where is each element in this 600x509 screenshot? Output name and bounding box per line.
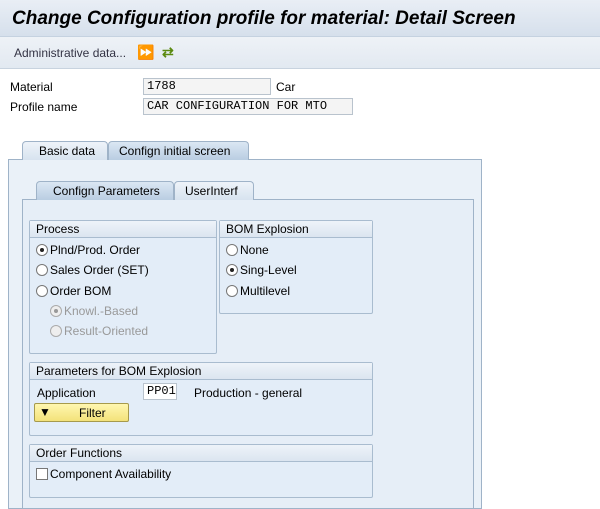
filter-icon: ▼ (39, 405, 51, 419)
option-label: Sales Order (SET) (50, 263, 149, 277)
radio-icon[interactable] (226, 244, 238, 256)
material-field[interactable]: 1788 (143, 78, 271, 95)
tab-confign-parameters[interactable]: Confign Parameters (36, 181, 174, 200)
tab-userinterf[interactable]: UserInterf (174, 181, 254, 200)
process-title: Process (30, 221, 216, 238)
radio-icon (50, 305, 62, 317)
title-bar: Change Configuration profile for materia… (0, 0, 600, 37)
order-functions-title: Order Functions (30, 445, 372, 462)
option-label: Multilevel (240, 284, 291, 298)
option-label: None (240, 243, 269, 257)
profile-name-label: Profile name (10, 100, 78, 114)
radio-icon[interactable] (36, 285, 48, 297)
component-availability-checkbox[interactable]: Component Availability (36, 467, 171, 481)
radio-sing-level[interactable]: Sing-Level (226, 263, 297, 277)
radio-icon[interactable] (36, 244, 48, 256)
radio-knowl-based: Knowl.-Based (50, 304, 138, 318)
checkbox-label: Component Availability (50, 467, 172, 481)
tab-basic-data[interactable]: Basic data (22, 141, 108, 160)
bom-explosion-title: BOM Explosion (220, 221, 372, 238)
option-label: Plnd/Prod. Order (50, 243, 141, 257)
profile-name-field[interactable]: CAR CONFIGURATION FOR MTO (143, 98, 353, 115)
checkbox-icon[interactable] (36, 468, 48, 480)
application-description: Production - general (194, 386, 303, 400)
radio-multilevel[interactable]: Multilevel (226, 284, 290, 298)
radio-none[interactable]: None (226, 243, 269, 257)
page-title: Change Configuration profile for materia… (12, 8, 516, 29)
filter-label: Filter (79, 406, 106, 420)
radio-order-bom[interactable]: Order BOM (36, 284, 111, 298)
tab-confign-initial-screen[interactable]: Confign initial screen (108, 141, 249, 160)
material-description: Car (276, 80, 296, 94)
radio-icon[interactable] (226, 285, 238, 297)
application-label: Application (37, 386, 96, 400)
radio-icon (50, 325, 62, 337)
toolbar: Administrative data... ⏩ ⇄ (0, 37, 600, 69)
material-label: Material (10, 80, 53, 94)
option-label: Order BOM (50, 284, 112, 298)
administrative-data-button[interactable]: Administrative data... (14, 46, 126, 60)
option-label: Sing-Level (240, 263, 297, 277)
radio-icon[interactable] (36, 264, 48, 276)
execute-icon[interactable]: ⏩ (137, 44, 154, 61)
radio-plnd-prod-order[interactable]: Plnd/Prod. Order (36, 243, 140, 257)
radio-sales-order[interactable]: Sales Order (SET) (36, 263, 149, 277)
filter-button[interactable]: ▼ Filter (34, 403, 129, 422)
switch-icon[interactable]: ⇄ (162, 44, 174, 61)
radio-result-oriented: Result-Oriented (50, 324, 148, 338)
bom-parameters-title: Parameters for BOM Explosion (30, 363, 372, 380)
option-label: Result-Oriented (64, 324, 149, 338)
option-label: Knowl.-Based (64, 304, 139, 318)
radio-icon[interactable] (226, 264, 238, 276)
application-field[interactable]: PP01 (143, 383, 177, 400)
